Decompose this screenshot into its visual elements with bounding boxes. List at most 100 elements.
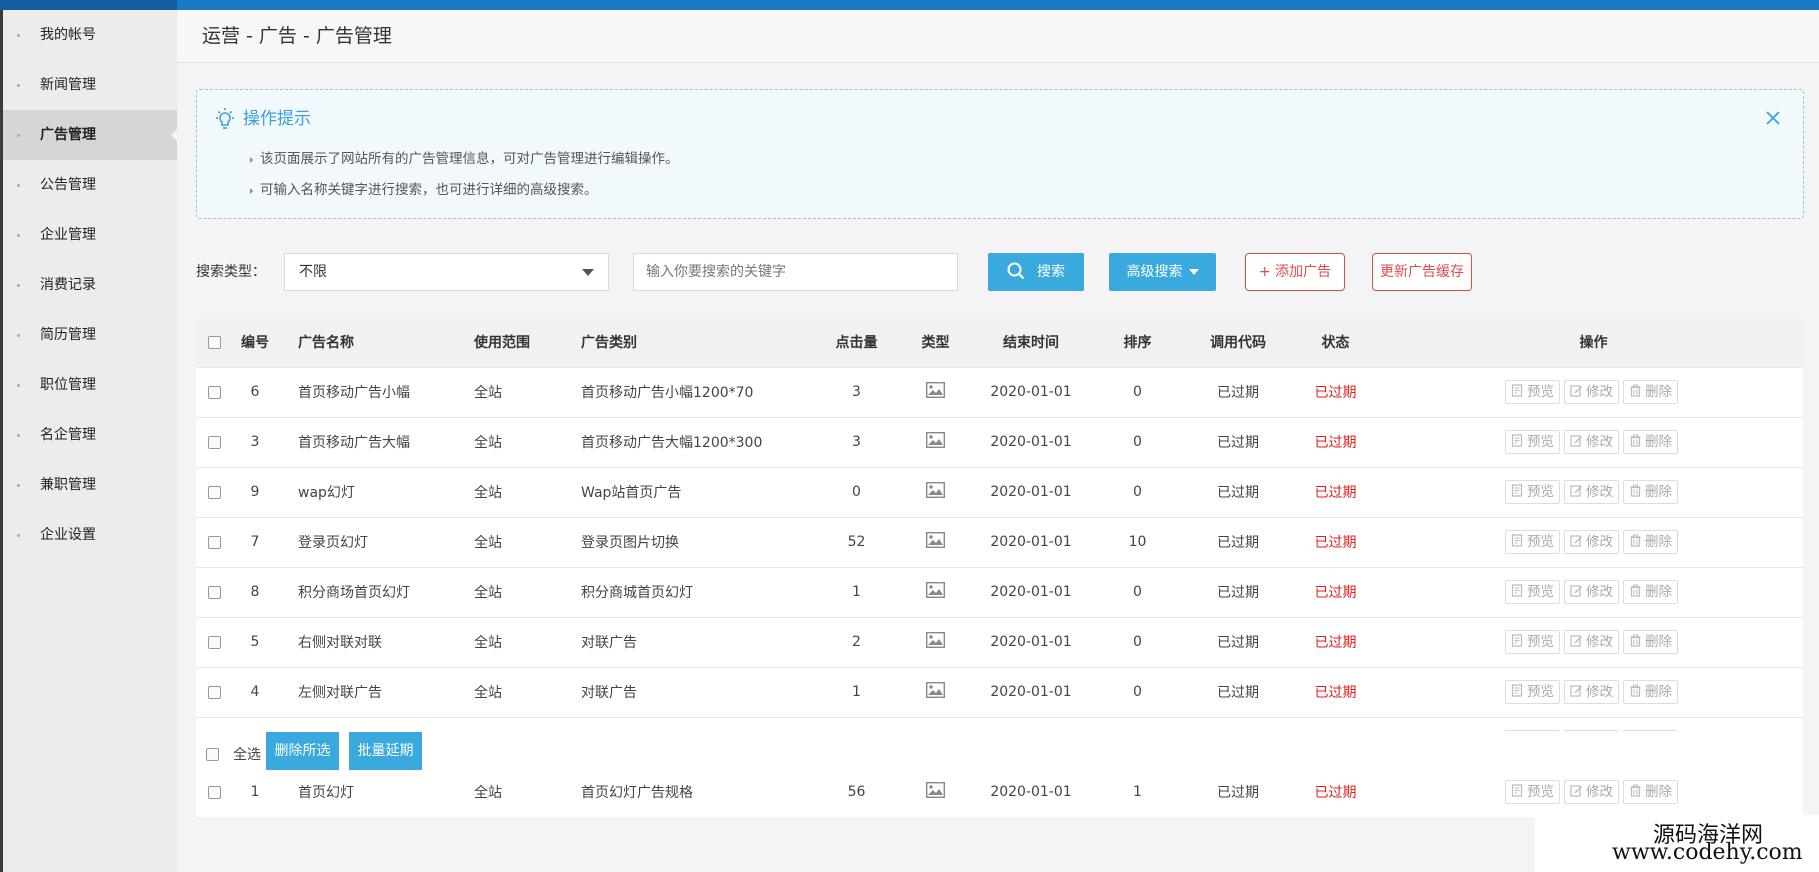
sidebar-item[interactable]: 简历管理	[3, 310, 177, 360]
main-content: 运营 - 广告 - 广告管理 操作提示 该页面展示了网站所有的广告管理信息，可对…	[177, 10, 1819, 872]
cell-end-time: 2020-01-01	[976, 566, 1086, 617]
bullet-icon	[17, 484, 20, 487]
cell-type[interactable]	[895, 666, 976, 717]
select-all-checkbox-header[interactable]	[207, 335, 221, 349]
header-status: 状态	[1287, 318, 1384, 367]
delete-button[interactable]: 删除	[1623, 380, 1678, 404]
edit-button[interactable]: 修改	[1564, 430, 1619, 454]
cell-name: 首页移动广告小幅	[278, 366, 474, 417]
delete-button[interactable]: 删除	[1623, 530, 1678, 554]
delete-button[interactable]: 删除	[1623, 680, 1678, 704]
cell-type[interactable]	[895, 366, 976, 417]
header-sort: 排序	[1086, 318, 1189, 367]
cell-category: 对联广告	[581, 616, 818, 667]
sidebar-item[interactable]: 新闻管理	[3, 60, 177, 110]
header-clicks: 点击量	[818, 318, 895, 367]
edit-button[interactable]: 修改	[1564, 780, 1619, 805]
tips-item: 可输入名称关键字进行搜索，也可进行详细的高级搜索。	[250, 175, 679, 206]
cell-ops: 预览 修改 删除	[1384, 366, 1803, 417]
watermark-text-url: www.codehy.com	[1612, 840, 1803, 865]
cell-type[interactable]	[895, 566, 976, 617]
edit-label: 修改	[1586, 634, 1613, 650]
search-button[interactable]: 搜索	[988, 253, 1084, 291]
delete-button[interactable]: 删除	[1623, 780, 1678, 805]
sidebar-item[interactable]: 职位管理	[3, 360, 177, 410]
sidebar-item[interactable]: 消费记录	[3, 260, 177, 310]
delete-selected-button[interactable]: 删除所选	[266, 732, 339, 770]
select-all-checkbox[interactable]	[206, 748, 219, 761]
edit-button[interactable]: 修改	[1564, 530, 1619, 554]
preview-button[interactable]: 预览	[1505, 630, 1560, 654]
delete-button[interactable]: 删除	[1623, 630, 1678, 654]
sidebar-item[interactable]: 名企管理	[3, 410, 177, 460]
row-checkbox[interactable]	[207, 635, 221, 649]
preview-label: 预览	[1527, 484, 1554, 500]
table-header-row: 编号 广告名称 使用范围 广告类别 点击量 类型 结束时间 排序 调用代码 状态…	[196, 318, 1803, 367]
row-checkbox[interactable]	[207, 685, 221, 699]
cell-type[interactable]	[895, 466, 976, 517]
sidebar-item[interactable]: 广告管理	[3, 110, 178, 160]
edit-button[interactable]: 修改	[1564, 380, 1619, 404]
update-cache-button[interactable]: 更新广告缓存	[1372, 253, 1472, 291]
sidebar-item[interactable]: 公告管理	[3, 160, 177, 210]
edit-button[interactable]: 修改	[1564, 480, 1619, 504]
row-checkbox[interactable]	[207, 385, 221, 399]
advanced-search-button[interactable]: 高级搜索	[1109, 253, 1216, 291]
cell-end-time: 2020-01-01	[976, 616, 1086, 667]
header-name: 广告名称	[278, 318, 474, 367]
row-checkbox[interactable]	[207, 785, 221, 799]
delete-button[interactable]: 删除	[1623, 430, 1678, 454]
edit-button[interactable]: 修改	[1564, 630, 1619, 654]
header-id: 编号	[232, 318, 278, 367]
sidebar-item[interactable]: 企业设置	[3, 510, 177, 560]
delete-button[interactable]: 删除	[1623, 480, 1678, 504]
preview-button[interactable]: 预览	[1505, 480, 1560, 504]
preview-button[interactable]: 预览	[1505, 380, 1560, 404]
edit-icon	[1570, 385, 1582, 397]
preview-button[interactable]: 预览	[1505, 680, 1560, 704]
cell-status: 已过期	[1287, 416, 1384, 467]
preview-button[interactable]: 预览	[1505, 530, 1560, 554]
sidebar-item-label: 广告管理	[40, 127, 96, 143]
edit-button[interactable]: 修改	[1564, 580, 1619, 604]
image-icon	[926, 532, 945, 548]
table-row: 6 首页移动广告小幅 全站 首页移动广告小幅1200*70 3 2020-01-01 0 已过…	[196, 366, 1803, 417]
sidebar-item[interactable]: 兼职管理	[3, 460, 177, 510]
table-row: 8 积分商场首页幻灯 全站 积分商城首页幻灯 1 2020-01-01 0 已过期 已过期 预览修…	[196, 566, 1803, 617]
sidebar-item-label: 职位管理	[40, 377, 96, 393]
row-checkbox[interactable]	[207, 535, 221, 549]
cell-type[interactable]	[895, 616, 976, 667]
search-bar: 搜索类型： 不限 搜索 高级搜索 + 添加广告 更新广告缓存	[196, 253, 1796, 293]
cell-ops: 预览 修改 删除	[1384, 516, 1803, 567]
preview-button[interactable]: 预览	[1505, 430, 1560, 454]
delete-label: 删除	[1645, 484, 1672, 500]
cell-sort: 0	[1086, 566, 1189, 617]
bullet-icon	[17, 234, 20, 237]
delete-button[interactable]: 删除	[1623, 580, 1678, 604]
sidebar-item[interactable]: 我的帐号	[3, 10, 177, 60]
row-checkbox[interactable]	[207, 435, 221, 449]
cell-category: 对联广告	[581, 666, 818, 717]
edit-button[interactable]: 修改	[1564, 680, 1619, 704]
cell-id: 3	[232, 416, 278, 467]
cell-type[interactable]	[895, 516, 976, 567]
search-input[interactable]	[633, 253, 958, 291]
sidebar-item-label: 名企管理	[40, 427, 96, 443]
close-icon[interactable]	[1763, 108, 1783, 128]
cell-type[interactable]	[895, 416, 976, 467]
row-checkbox-cell	[196, 366, 232, 417]
preview-button[interactable]: 预览	[1505, 580, 1560, 604]
table-row: 7 登录页幻灯 全站 登录页图片切换 52 2020-01-01 10 已过期 已过期 预览 修改删…	[196, 516, 1803, 567]
row-checkbox[interactable]	[207, 485, 221, 499]
add-ad-button[interactable]: + 添加广告	[1245, 253, 1345, 291]
cell-code: 已过期	[1189, 566, 1287, 617]
sidebar-item[interactable]: 企业管理	[3, 210, 177, 260]
batch-extend-button[interactable]: 批量延期	[349, 732, 422, 770]
cell-code: 已过期	[1189, 466, 1287, 517]
cell-sort: 0	[1086, 666, 1189, 717]
row-checkbox-cell	[196, 666, 232, 717]
delete-label: 删除	[1645, 684, 1672, 700]
row-checkbox[interactable]	[207, 585, 221, 599]
preview-button[interactable]: 预览	[1505, 780, 1560, 805]
search-type-select[interactable]: 不限	[284, 253, 609, 291]
